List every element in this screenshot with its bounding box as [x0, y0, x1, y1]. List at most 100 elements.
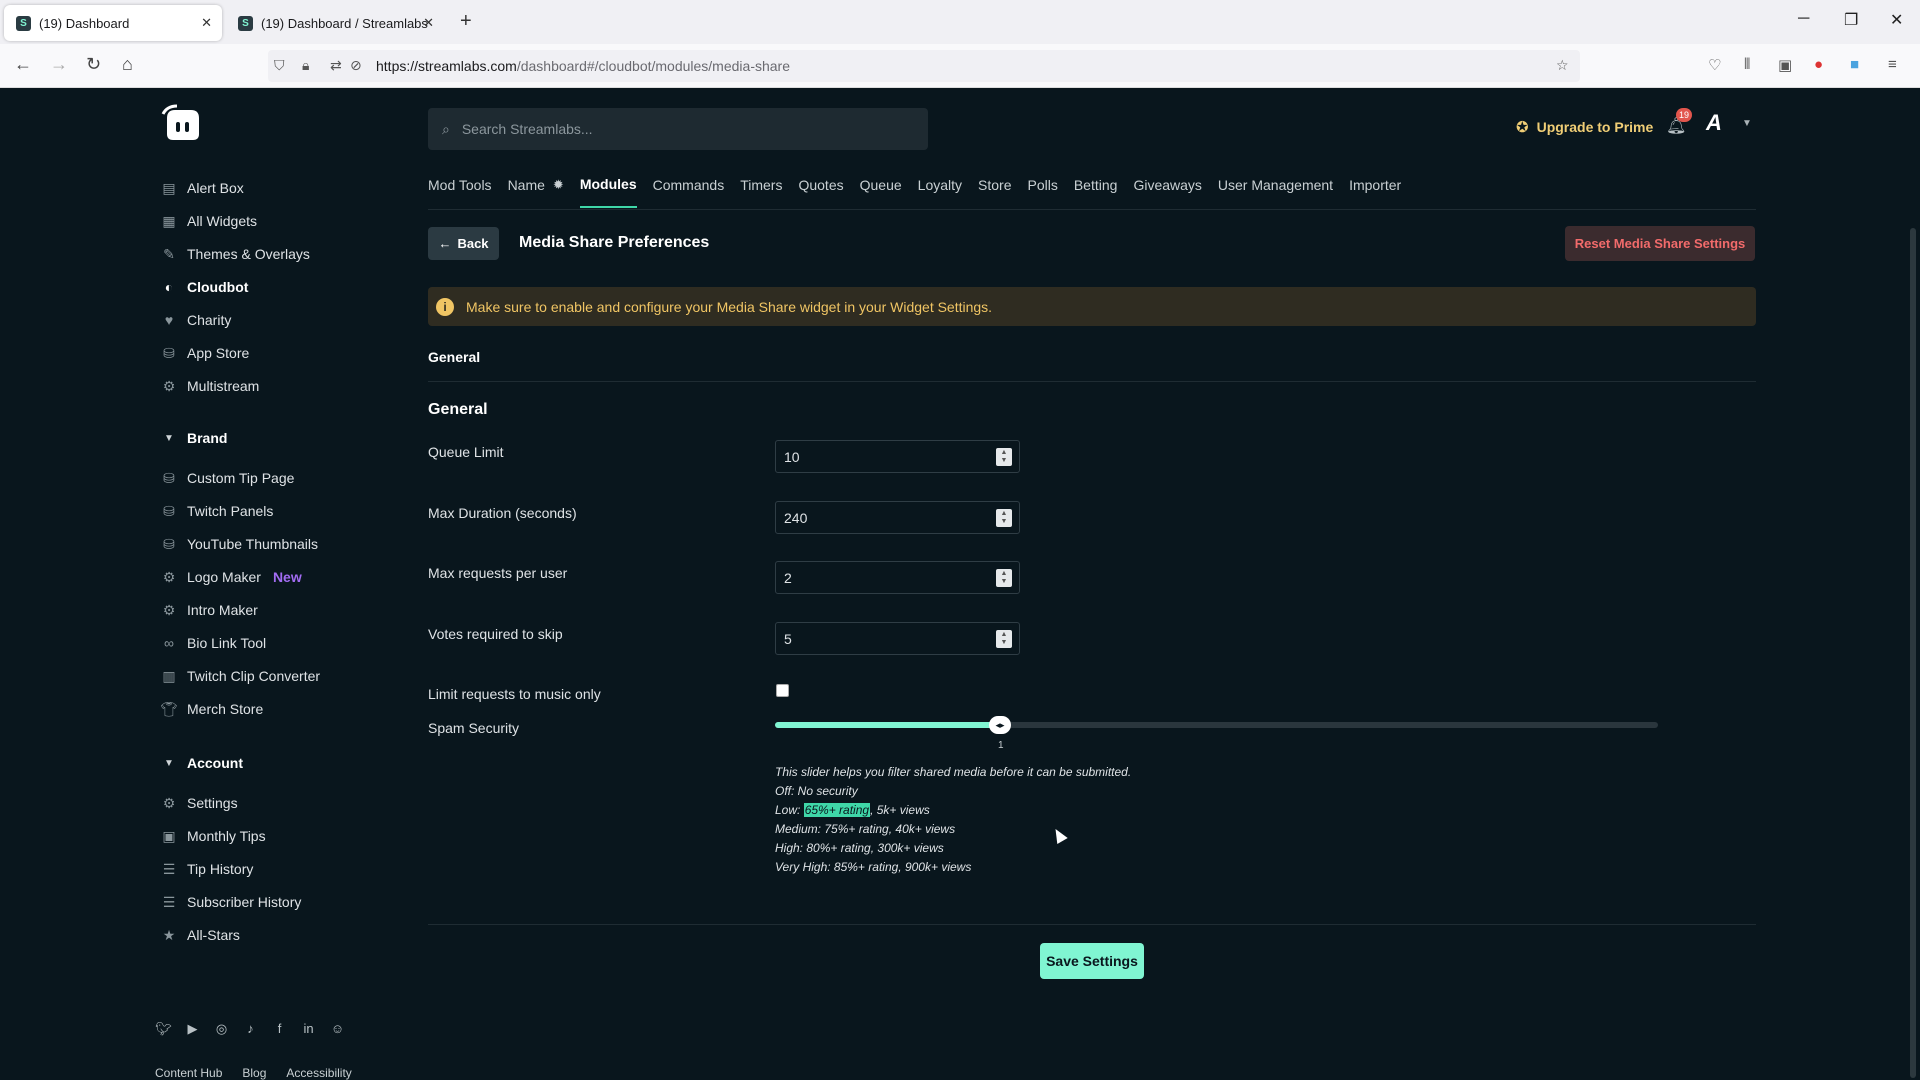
sidebar-item-custom-tip-page[interactable]: ⛁ Custom Tip Page — [161, 470, 294, 487]
url-bar[interactable]: ⛉ 🔒︎ ⇄ ⊘ https://streamlabs.com/dashboar… — [268, 50, 1580, 82]
adblock-icon[interactable]: ● — [1814, 56, 1823, 73]
sidebar-item-all-stars[interactable]: ★ All-Stars — [161, 927, 240, 944]
sidebar-item-monthly-tips[interactable]: ▣ Monthly Tips — [161, 827, 265, 845]
forward-arrow-icon[interactable]: → — [50, 54, 68, 75]
section-tab-general[interactable]: General — [428, 349, 480, 365]
queue-limit-input[interactable]: 10 ▲ ▼ — [775, 440, 1020, 473]
twitter-icon[interactable]: 🐦︎ — [155, 1021, 172, 1037]
tab-commands[interactable]: Commands — [653, 176, 725, 208]
sidebar-item-cloudbot[interactable]: ◐ Cloudbot — [161, 279, 249, 295]
sidebar-toggle-icon[interactable]: ▣ — [1778, 56, 1792, 74]
youtube-thumbnails-icon: ⛁ — [163, 535, 175, 552]
reset-settings-button[interactable]: Reset Media Share Settings — [1565, 226, 1755, 261]
save-settings-button[interactable]: Save Settings — [1040, 943, 1144, 979]
menu-icon[interactable]: ≡ — [1888, 56, 1897, 73]
help-low: Low: 65%+ rating, 5k+ views — [775, 803, 930, 817]
bookmark-star-icon[interactable]: ☆ — [1556, 57, 1569, 74]
pocket-icon[interactable]: ♡ — [1708, 56, 1721, 74]
footer-link-accessibility[interactable]: Accessibility — [286, 1066, 351, 1080]
sidebar-item-merch-store[interactable]: 👕︎ Merch Store — [160, 700, 263, 718]
section-divider — [428, 381, 1756, 382]
restore-window-icon[interactable]: ❐ — [1844, 10, 1858, 30]
youtube-icon[interactable]: ▶ — [184, 1021, 201, 1037]
upgrade-to-prime-button[interactable]: ✪ Upgrade to Prime — [1516, 118, 1653, 136]
tab-quotes[interactable]: Quotes — [798, 176, 843, 208]
sidebar-section-account[interactable]: ▼ Account — [161, 755, 243, 771]
max-requests-label: Max requests per user — [428, 565, 568, 581]
sidebar-item-bio-link-tool[interactable]: ∞ Bio Link Tool — [161, 635, 266, 651]
spam-security-slider[interactable]: ◂▸ — [775, 716, 1658, 734]
footer-link-blog[interactable]: Blog — [242, 1066, 266, 1080]
sidebar-item-tip-history[interactable]: ☰ Tip History — [161, 861, 254, 878]
streamlabs-logo-icon[interactable] — [161, 104, 203, 144]
lock-icon[interactable]: 🔒︎ — [302, 57, 309, 74]
browser-tab-streamlabs[interactable]: S (19) Dashboard / Streamlabs ✕ — [226, 5, 444, 41]
sidebar-item-themes-overlays[interactable]: ✎ Themes & Overlays — [161, 246, 310, 263]
tab-betting[interactable]: Betting — [1074, 176, 1118, 208]
footer-link-content-hub[interactable]: Content Hub — [155, 1066, 222, 1080]
music-only-checkbox[interactable] — [776, 684, 789, 697]
tab-mod-tools[interactable]: Mod Tools — [428, 176, 492, 208]
extension-icon[interactable]: ■ — [1850, 56, 1859, 73]
tab-importer[interactable]: Importer — [1349, 176, 1401, 208]
library-icon[interactable]: ⫴ — [1744, 56, 1750, 73]
back-button[interactable]: ← Back — [428, 227, 499, 260]
linkedin-icon[interactable]: in — [300, 1021, 317, 1037]
votes-to-skip-input[interactable]: 5 ▲ ▼ — [775, 622, 1020, 655]
number-spinner[interactable]: ▲ ▼ — [996, 569, 1012, 587]
discord-icon[interactable]: ☺ — [329, 1021, 346, 1037]
sidebar-item-multistream[interactable]: ⚙ Multistream — [161, 378, 260, 395]
social-links: 🐦︎ ▶ ◎ ♪ f in ☺ — [155, 1021, 346, 1037]
close-tab-icon[interactable]: ✕ — [423, 15, 434, 31]
permissions-icon[interactable]: ⇄ — [330, 57, 342, 74]
tracking-blocked-icon[interactable]: ⊘ — [350, 57, 362, 74]
number-spinner[interactable]: ▲ ▼ — [996, 448, 1012, 466]
sidebar-item-charity[interactable]: ♥ Charity — [161, 312, 232, 328]
sidebar-item-intro-maker[interactable]: ⚙ Intro Maker — [161, 602, 258, 619]
url-text[interactable]: https://streamlabs.com/dashboard#/cloudb… — [376, 58, 790, 74]
tab-modules[interactable]: Modules — [579, 176, 637, 208]
streamlabs-favicon-icon: S — [238, 15, 253, 31]
sidebar-item-youtube-thumbnails[interactable]: ⛁ YouTube Thumbnails — [161, 535, 318, 553]
chevron-down-icon[interactable]: ▼ — [1742, 118, 1752, 129]
tab-store[interactable]: Store — [978, 176, 1011, 208]
sidebar-item-settings[interactable]: ⚙ Settings — [161, 795, 238, 812]
tab-name[interactable]: Name ✹ — [508, 176, 564, 208]
number-spinner[interactable]: ▲ ▼ — [996, 630, 1012, 648]
search-input[interactable]: ⌕ Search Streamlabs... — [428, 108, 928, 150]
instagram-icon[interactable]: ◎ — [213, 1021, 230, 1037]
back-arrow-icon[interactable]: ← — [14, 54, 32, 75]
tab-queue[interactable]: Queue — [860, 176, 902, 208]
sidebar-item-all-widgets[interactable]: ▦ All Widgets — [161, 213, 257, 230]
facebook-icon[interactable]: f — [271, 1021, 288, 1037]
tab-polls[interactable]: Polls — [1027, 176, 1057, 208]
sidebar-item-twitch-clip-converter[interactable]: ▥ Twitch Clip Converter — [161, 668, 320, 685]
minimize-window-icon[interactable]: ─ — [1798, 10, 1809, 28]
slider-handle[interactable]: ◂▸ — [989, 716, 1011, 734]
sidebar-item-subscriber-history[interactable]: ☰ Subscriber History — [161, 894, 302, 911]
number-spinner[interactable]: ▲ ▼ — [996, 509, 1012, 527]
max-duration-input[interactable]: 240 ▲ ▼ — [775, 501, 1020, 534]
tiktok-icon[interactable]: ♪ — [242, 1021, 259, 1037]
tab-loyalty[interactable]: Loyalty — [918, 176, 962, 208]
max-requests-input[interactable]: 2 ▲ ▼ — [775, 561, 1020, 594]
tab-timers[interactable]: Timers — [740, 176, 782, 208]
reload-icon[interactable]: ↻ — [86, 54, 101, 75]
page-scrollbar[interactable] — [1910, 228, 1916, 1078]
shield-icon[interactable]: ⛉ — [274, 57, 285, 74]
sidebar-item-app-store[interactable]: ⛁ App Store — [161, 345, 249, 362]
browser-tab-dashboard[interactable]: S (19) Dashboard ✕ — [4, 5, 222, 41]
tab-giveaways[interactable]: Giveaways — [1133, 176, 1201, 208]
sidebar-item-alert-box[interactable]: ▤ Alert Box — [161, 180, 243, 197]
sidebar-section-brand[interactable]: ▼ Brand — [161, 430, 227, 446]
sidebar-item-twitch-panels[interactable]: ⛁ Twitch Panels — [161, 503, 273, 520]
avatar[interactable]: A — [1706, 110, 1734, 138]
tab-user-management[interactable]: User Management — [1218, 176, 1333, 208]
close-tab-icon[interactable]: ✕ — [201, 15, 212, 31]
sidebar-item-logo-maker[interactable]: ⚙ Logo Maker New — [161, 569, 302, 586]
shirt-icon: 👕︎ — [160, 700, 178, 717]
new-tab-icon[interactable]: + — [460, 10, 472, 33]
close-window-icon[interactable]: ✕ — [1890, 10, 1903, 30]
home-icon[interactable]: ⌂ — [122, 54, 133, 75]
calendar-icon: ▣ — [162, 827, 176, 844]
